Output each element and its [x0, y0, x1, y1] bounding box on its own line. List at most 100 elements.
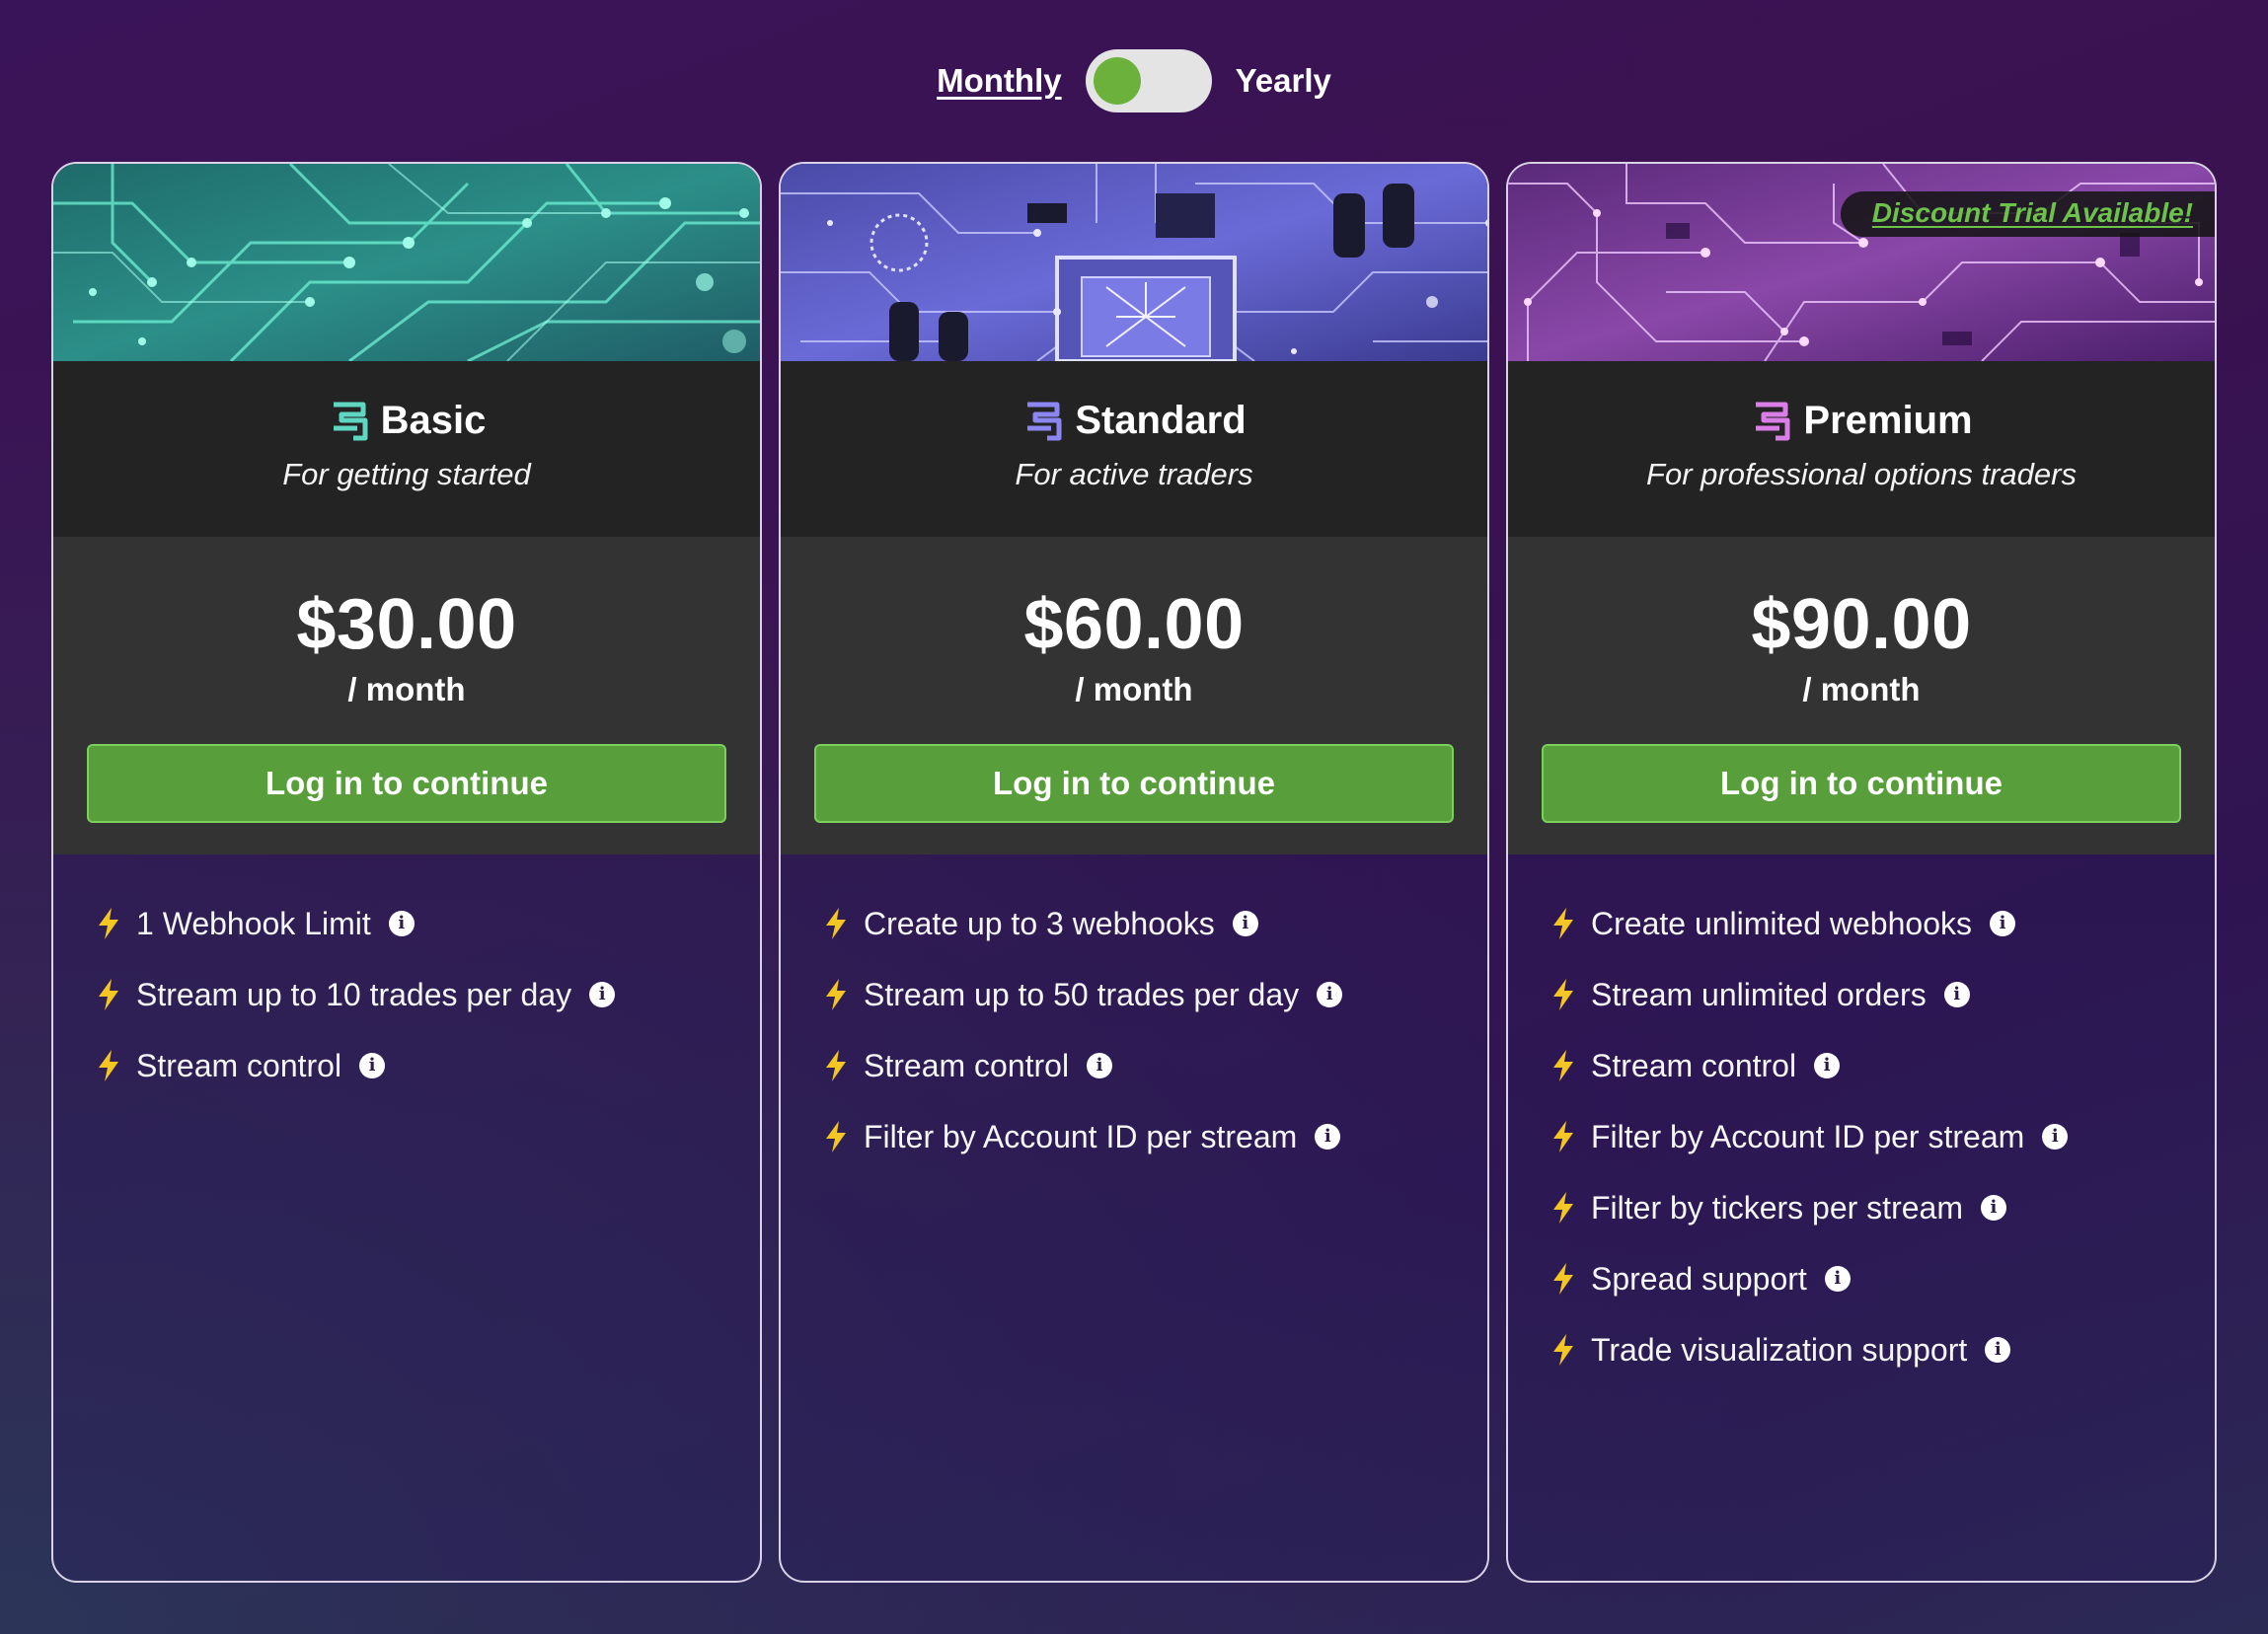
feature-list: Create up to 3 webhooks i Stream up to 5…: [781, 854, 1487, 1172]
login-to-continue-button[interactable]: Log in to continue: [814, 744, 1454, 823]
pricing-cards: Basic For getting started $30.00 / month…: [51, 162, 2217, 1583]
info-icon[interactable]: i: [1814, 1053, 1841, 1078]
monthly-option[interactable]: Monthly: [937, 62, 1061, 100]
feature-text: Create unlimited webhooks: [1591, 905, 1972, 941]
discount-trial-badge[interactable]: Discount Trial Available!: [1840, 191, 2215, 237]
lightning-bolt-icon: [826, 1050, 846, 1081]
lightning-bolt-icon: [1553, 1192, 1573, 1224]
plan-pricing: $60.00 / month Log in to continue: [781, 537, 1487, 854]
billing-period: / month: [1802, 671, 1921, 707]
lightning-bolt-icon: [1553, 1334, 1573, 1366]
billing-period: / month: [347, 671, 466, 707]
info-icon[interactable]: i: [1317, 982, 1343, 1007]
feature-text: Filter by Account ID per stream: [864, 1118, 1298, 1154]
plan-price: $60.00: [1023, 585, 1245, 664]
info-icon[interactable]: i: [589, 982, 616, 1007]
lightning-bolt-icon: [99, 1050, 118, 1081]
feature-text: Create up to 3 webhooks: [864, 905, 1215, 941]
feature-text: Filter by Account ID per stream: [1591, 1118, 2025, 1154]
brand-logo-icon: [333, 402, 368, 441]
lightning-bolt-icon: [99, 979, 118, 1010]
plan-tagline: For getting started: [282, 456, 531, 491]
feature-text: 1 Webhook Limit: [136, 905, 371, 941]
feature-list: Create unlimited webhooks i Stream unlim…: [1508, 854, 2215, 1385]
billing-period: / month: [1075, 671, 1193, 707]
info-icon[interactable]: i: [1087, 1053, 1113, 1078]
feature-text: Stream up to 10 trades per day: [136, 976, 572, 1012]
info-icon[interactable]: i: [1232, 911, 1258, 936]
plan-name: Standard: [1075, 398, 1247, 442]
feature-text: Spread support: [1591, 1260, 1807, 1297]
feature-text: Stream control: [1591, 1047, 1797, 1083]
billing-period-switch[interactable]: [1085, 49, 1212, 112]
plan-header: Basic For getting started: [53, 361, 760, 537]
lightning-bolt-icon: [1553, 1121, 1573, 1152]
plan-pricing: $30.00 / month Log in to continue: [53, 537, 760, 854]
info-icon[interactable]: i: [1989, 911, 2015, 936]
plan-price: $90.00: [1751, 585, 1972, 664]
lightning-bolt-icon: [1553, 979, 1573, 1010]
plan-pricing: $90.00 / month Log in to continue: [1508, 537, 2215, 854]
info-icon[interactable]: i: [1943, 982, 1970, 1007]
feature-text: Stream unlimited orders: [1591, 976, 1927, 1012]
yearly-option[interactable]: Yearly: [1236, 62, 1331, 100]
feature-text: Trade visualization support: [1591, 1331, 1968, 1368]
info-icon[interactable]: i: [388, 911, 415, 936]
feature-text: Stream control: [136, 1047, 342, 1083]
plan-title-row: Basic: [328, 398, 487, 443]
lightning-bolt-icon: [1553, 908, 1573, 939]
switch-knob: [1093, 57, 1141, 105]
lightning-bolt-icon: [826, 1121, 846, 1152]
lightning-bolt-icon: [99, 908, 118, 939]
login-to-continue-button[interactable]: Log in to continue: [87, 744, 726, 823]
feature-item: Spread support i: [1550, 1243, 2215, 1314]
feature-item: Create unlimited webhooks i: [1550, 888, 2215, 959]
plan-card-basic: Basic For getting started $30.00 / month…: [51, 162, 762, 1583]
billing-toggle: Monthly Yearly: [0, 49, 2268, 112]
feature-item: Stream control i: [1550, 1030, 2215, 1101]
info-icon[interactable]: i: [359, 1053, 386, 1078]
plan-card-premium: Discount Trial Available! Premium For pr…: [1506, 162, 2217, 1583]
info-icon[interactable]: i: [1980, 1195, 2006, 1221]
plan-header: Premium For professional options traders: [1508, 361, 2215, 537]
feature-item: Stream control i: [822, 1030, 1487, 1101]
blue-motherboard-image: [781, 164, 1487, 361]
banner-image: [53, 164, 760, 361]
info-icon[interactable]: i: [1315, 1124, 1341, 1150]
login-to-continue-button[interactable]: Log in to continue: [1542, 744, 2181, 823]
feature-item: Create up to 3 webhooks i: [822, 888, 1487, 959]
plan-tagline: For active traders: [1015, 456, 1253, 491]
brand-logo-icon: [1756, 402, 1790, 441]
feature-item: Stream control i: [95, 1030, 760, 1101]
feature-text: Filter by tickers per stream: [1591, 1189, 1963, 1226]
feature-item: Filter by Account ID per stream i: [1550, 1101, 2215, 1172]
plan-name: Basic: [380, 398, 487, 442]
feature-item: Filter by Account ID per stream i: [822, 1101, 1487, 1172]
lightning-bolt-icon: [826, 979, 846, 1010]
plan-name: Premium: [1803, 398, 1973, 442]
plan-card-standard: Standard For active traders $60.00 / mon…: [779, 162, 1489, 1583]
info-icon[interactable]: i: [2042, 1124, 2069, 1150]
feature-item: Trade visualization support i: [1550, 1314, 2215, 1385]
feature-item: Stream up to 10 trades per day i: [95, 959, 760, 1030]
feature-item: Filter by tickers per stream i: [1550, 1172, 2215, 1243]
info-icon[interactable]: i: [1985, 1337, 2011, 1363]
plan-title-row: Standard: [1021, 398, 1247, 443]
teal-circuit-image: [53, 164, 760, 361]
feature-item: Stream up to 50 trades per day i: [822, 959, 1487, 1030]
lightning-bolt-icon: [826, 908, 846, 939]
lightning-bolt-icon: [1553, 1050, 1573, 1081]
feature-item: Stream unlimited orders i: [1550, 959, 2215, 1030]
feature-text: Stream up to 50 trades per day: [864, 976, 1300, 1012]
feature-list: 1 Webhook Limit i Stream up to 10 trades…: [53, 854, 760, 1101]
plan-header: Standard For active traders: [781, 361, 1487, 537]
brand-logo-icon: [1027, 402, 1062, 441]
feature-item: 1 Webhook Limit i: [95, 888, 760, 959]
feature-text: Stream control: [864, 1047, 1070, 1083]
plan-price: $30.00: [296, 585, 517, 664]
banner-image: Discount Trial Available!: [1508, 164, 2215, 361]
plan-title-row: Premium: [1750, 398, 1973, 443]
banner-image: [781, 164, 1487, 361]
lightning-bolt-icon: [1553, 1263, 1573, 1295]
info-icon[interactable]: i: [1824, 1266, 1851, 1292]
